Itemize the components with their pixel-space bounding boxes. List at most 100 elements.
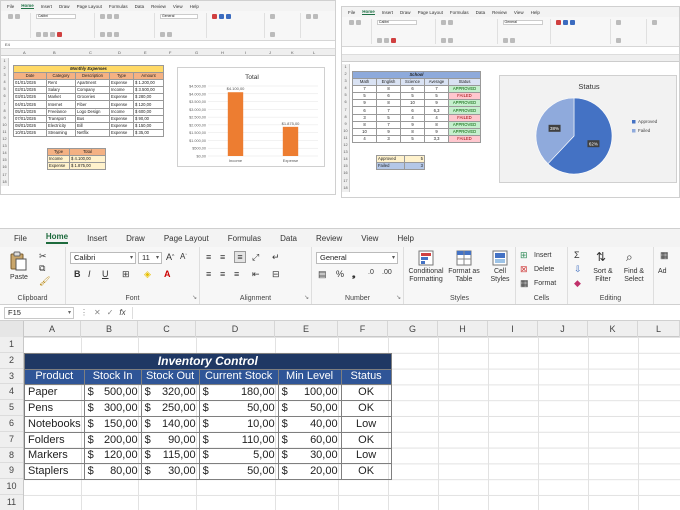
- menu-help[interactable]: Help: [397, 234, 413, 243]
- table-cell[interactable]: 4: [400, 113, 425, 122]
- min-cell[interactable]: $20,00: [277, 463, 342, 481]
- italic-icon[interactable]: I: [88, 269, 91, 279]
- font-name-box[interactable]: Calibri: [376, 20, 417, 25]
- out-cell[interactable]: $320,00: [140, 384, 200, 402]
- number-format-select[interactable]: General ▾: [316, 252, 398, 264]
- align-center-icon[interactable]: ≡: [220, 269, 225, 279]
- status-cell[interactable]: Low: [340, 447, 392, 465]
- insert-cells-icon[interactable]: ⊞: [520, 250, 528, 261]
- table-cell[interactable]: Streaming: [46, 128, 76, 137]
- menu-formulas[interactable]: Formulas: [450, 10, 469, 15]
- table-cell[interactable]: Apartment: [75, 79, 110, 88]
- format-as-table-icon[interactable]: [456, 250, 472, 266]
- col-header[interactable]: B: [53, 49, 56, 56]
- menu-page-layout[interactable]: Page Layout: [418, 10, 443, 15]
- status-cell[interactable]: OK: [340, 431, 392, 449]
- indent-icon[interactable]: ⇤: [252, 269, 260, 280]
- header-current-stock[interactable]: Current Stock: [198, 368, 279, 386]
- bold-icon[interactable]: [376, 38, 382, 43]
- autosum-icon[interactable]: Σ: [574, 250, 580, 260]
- table-cell[interactable]: 03/01/2026: [13, 93, 47, 102]
- col-header-k[interactable]: K: [588, 321, 638, 337]
- row-header[interactable]: 4: [0, 384, 23, 401]
- table-cell[interactable]: 7: [376, 106, 401, 115]
- min-cell[interactable]: $50,00: [277, 400, 342, 417]
- bold-icon[interactable]: [36, 32, 41, 37]
- enter-icon[interactable]: ✓: [107, 308, 114, 317]
- dialog-launcher-icon[interactable]: ↘: [396, 294, 401, 301]
- header-status[interactable]: Status: [340, 368, 392, 386]
- align-middle-icon[interactable]: ≡: [220, 252, 225, 262]
- col-header-i[interactable]: I: [488, 321, 538, 337]
- menu-view[interactable]: View: [361, 234, 378, 243]
- col-header-d[interactable]: D: [196, 321, 275, 337]
- italic-icon[interactable]: [383, 38, 389, 43]
- col-header-j[interactable]: J: [538, 321, 588, 337]
- status-cell[interactable]: OK: [340, 400, 392, 417]
- col-header[interactable]: K: [291, 49, 294, 56]
- current-cell[interactable]: $5,00: [198, 447, 279, 465]
- table-cell[interactable]: 8: [400, 127, 425, 136]
- table-cell[interactable]: 8: [376, 85, 401, 94]
- table-cell[interactable]: 9: [424, 127, 449, 136]
- row-header[interactable]: 6: [0, 416, 23, 432]
- cancel-icon[interactable]: ✕: [94, 308, 101, 317]
- current-cell[interactable]: $110,00: [198, 431, 279, 449]
- table-cell[interactable]: Market: [46, 93, 76, 102]
- col-header-a[interactable]: A: [24, 321, 81, 337]
- conditional-formatting-icon[interactable]: [556, 20, 562, 25]
- school-title[interactable]: School: [352, 70, 481, 80]
- table-cell[interactable]: 5: [400, 134, 425, 143]
- cell-styles-icon[interactable]: [492, 250, 508, 266]
- table-cell[interactable]: $ 4.100,00: [69, 155, 106, 164]
- comma-style-icon[interactable]: ❟: [352, 269, 356, 280]
- status-cell[interactable]: APPROVED: [448, 120, 481, 129]
- table-cell[interactable]: Expense: [109, 100, 134, 109]
- menu-home[interactable]: Home: [45, 232, 69, 244]
- sort-icon[interactable]: [313, 14, 318, 19]
- min-cell[interactable]: $100,00: [277, 384, 342, 402]
- decrease-decimal-icon[interactable]: .00: [382, 269, 392, 276]
- table-cell[interactable]: 7: [352, 85, 377, 94]
- find-select-icon[interactable]: ⌕: [626, 250, 633, 265]
- sum-icon[interactable]: [652, 20, 658, 25]
- percent-icon[interactable]: %: [336, 269, 344, 279]
- table-cell[interactable]: 10/01/2026: [13, 128, 47, 137]
- font-name-box[interactable]: Calibri: [36, 14, 76, 19]
- table-cell[interactable]: Expense: [109, 114, 134, 123]
- menu-file[interactable]: File: [7, 4, 14, 9]
- table-cell[interactable]: 8: [376, 99, 401, 108]
- table-cell[interactable]: 3: [352, 113, 377, 122]
- min-cell[interactable]: $60,00: [277, 431, 342, 449]
- font-size-select[interactable]: 11 ▾: [138, 252, 162, 264]
- menu-help[interactable]: Help: [190, 4, 199, 9]
- min-cell[interactable]: $30,00: [277, 447, 342, 465]
- italic-icon[interactable]: [43, 32, 48, 37]
- table-cell[interactable]: 6: [352, 106, 377, 115]
- col-header-f[interactable]: F: [338, 321, 388, 337]
- col-header[interactable]: G: [195, 49, 198, 56]
- menu-view[interactable]: View: [514, 10, 524, 15]
- addins-label[interactable]: Ad: [658, 268, 667, 276]
- align-top-icon[interactable]: [100, 14, 105, 19]
- menu-view[interactable]: View: [173, 4, 183, 9]
- table-cell[interactable]: 08/01/2026: [13, 121, 47, 130]
- table-cell[interactable]: Bill: [75, 121, 110, 130]
- col-header-h[interactable]: H: [438, 321, 488, 337]
- product-cell[interactable]: Notebooks: [24, 415, 85, 433]
- format-as-table-label[interactable]: Format as Table: [446, 268, 482, 284]
- in-cell[interactable]: $150,00: [83, 415, 142, 433]
- out-cell[interactable]: $115,00: [140, 447, 200, 465]
- paste-icon[interactable]: [349, 20, 354, 25]
- column-header[interactable]: Type: [109, 72, 134, 81]
- row-header[interactable]: 7: [0, 432, 23, 448]
- clear-icon[interactable]: ◆: [574, 278, 581, 289]
- menu-insert[interactable]: Insert: [41, 4, 52, 9]
- format-cells-icon[interactable]: ▦: [520, 278, 529, 289]
- insert-cells-icon[interactable]: [270, 14, 275, 19]
- cell-styles-label[interactable]: Cell Styles: [484, 268, 516, 284]
- header-product[interactable]: Product: [24, 368, 85, 386]
- cut-icon[interactable]: [356, 20, 361, 25]
- conditional-formatting-label[interactable]: Conditional Formatting: [404, 268, 448, 284]
- table-cell[interactable]: 6,3: [424, 106, 449, 115]
